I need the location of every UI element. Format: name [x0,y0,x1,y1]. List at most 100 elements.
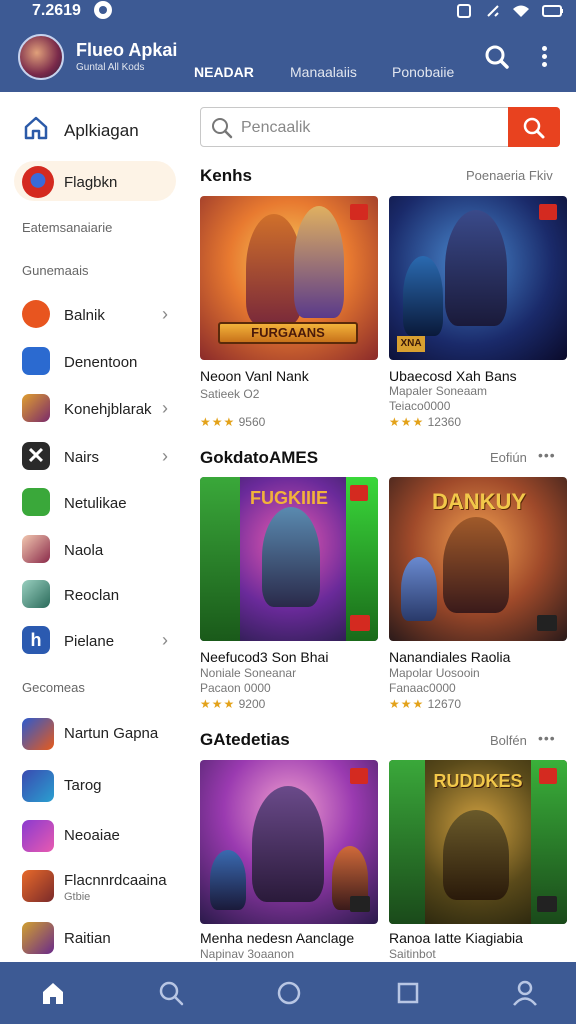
card-logo-text: RUDDKES [433,771,523,791]
game-thumb-icon [22,922,54,954]
profile-avatar[interactable] [18,34,64,80]
app-subtitle: Guntal All Kods [76,62,145,73]
game-card-image[interactable]: FURGAANS [200,196,378,360]
status-time: 7.2619 [32,2,81,19]
star-rating-icon: ★★★ [389,415,425,429]
rating-count: 9200 [238,697,266,711]
card-badge-icon [350,485,368,501]
nav-search-button[interactable] [156,978,186,1008]
sidebar-game-label: Flacnnrdcaaina [64,872,167,889]
sidebar-selected-label: Flagbkn [64,174,118,191]
sidebar-item-label: Reoclan [64,587,120,604]
sidebar-item-flagbkn[interactable]: Flagbkn [0,162,188,202]
card-badge-icon [537,615,557,631]
chevron-right-icon: › [162,630,168,650]
card-badge-icon [350,896,370,912]
section-see-more-link[interactable]: Poenaeria Fkiv [466,168,553,183]
sidebar-item-nairs[interactable]: ✕ Nairs › [0,436,188,476]
blue-app-icon [22,347,50,375]
tab-neadar[interactable]: NEADAR [194,64,254,80]
sidebar-item-home[interactable]: Aplkiagan [0,108,188,148]
nav-square-button[interactable] [393,978,423,1008]
sidebar-item-balnik[interactable]: Balnik › [0,294,188,334]
character-figure [443,517,509,613]
game-card-subtitle: Mapolar Uosooin [389,666,480,680]
sidebar-game-label: Nartun Gapna [64,725,159,742]
section-title: Kenhs [200,166,252,185]
search-submit-button[interactable] [508,107,560,147]
sidebar-item-konehjblarak[interactable]: Konehjblarak › [0,388,188,428]
sidebar-item-denentoon[interactable]: Denentoon [0,341,188,381]
more-dot-icon [541,54,547,59]
sidebar-game-label: Neoaiae [64,827,120,844]
game-card-image[interactable]: DANKUY [389,477,567,641]
game-card-image[interactable] [200,760,378,924]
search-icon [523,117,545,139]
card-title-banner: FURGAANS [218,322,358,344]
nav-home-button[interactable] [38,978,68,1008]
sidebar-item-label: Netulikae [64,495,127,512]
game-card-image[interactable]: RUDDKES [389,760,567,924]
chevron-right-icon: › [162,398,168,418]
nav-circle-button[interactable] [274,978,304,1008]
game-card-image[interactable]: XNA [389,196,567,360]
sidebar-item-naola[interactable]: Naola [0,529,188,569]
more-horizontal-icon[interactable]: ••• [538,447,556,463]
network-icon [486,5,499,17]
more-horizontal-icon[interactable]: ••• [538,730,556,746]
sidebar-home-label: Aplkiagan [64,121,139,140]
game-card-title[interactable]: Neoon Vanl Nank [200,368,309,384]
chevron-right-icon: › [162,446,168,466]
tab-ponobaiie[interactable]: Ponobaiie [392,64,454,80]
character-figure [294,206,344,318]
circle-icon [277,981,301,1005]
game-card-meta: Teiaco0000 [389,399,451,413]
card-logo-text: DANKUY [431,489,527,514]
sidebar-game-item[interactable]: Nartun Gapna [0,712,188,752]
sidebar-game-sub: Gtbie [64,891,91,903]
sidebar-game-item[interactable]: Raitian [0,918,188,958]
sidebar-game-item[interactable]: Neoaiae [0,814,188,854]
sidebar-item-label: Balnik [64,307,105,324]
character-figure [252,786,324,902]
sidebar-game-item[interactable]: Tarog [0,764,188,804]
game-card-rating: ★★★ 9200 [200,697,265,711]
signal-icon [457,4,472,19]
nav-profile-button[interactable] [510,978,540,1008]
card-badge-icon [539,768,557,784]
game-card-title[interactable]: Nanandiales Raolia [389,649,510,665]
game-card-title[interactable]: Ubaecosd Xah Bans [389,368,517,384]
red-badge-icon [22,300,50,328]
more-options-button[interactable] [534,44,554,70]
sidebar-item-label: Konehjblarak [64,401,152,418]
header-search-button[interactable] [484,44,510,70]
bottom-navigation [0,962,576,1024]
sidebar-item-netulikae[interactable]: Netulikae [0,482,188,522]
sidebar-game-label: Raitian [64,930,111,947]
sidebar-item-pielane[interactable]: h Pielane › [0,620,188,660]
search-input[interactable]: Pencaalik [241,119,310,137]
character-figure [443,810,509,900]
sidebar-item-reoclan[interactable]: Reoclan [0,574,188,614]
character-figure [401,557,437,621]
tab-manaalaiis[interactable]: Manaalaiis [290,64,357,80]
game-card-subtitle: Saitinbot [389,947,436,961]
game-card-title[interactable]: Neefucod3 Son Bhai [200,649,328,665]
game-card-image[interactable]: FUGKIIIE [200,477,378,641]
star-rating-icon: ★★★ [200,697,236,711]
character-figure [403,256,443,336]
game-card-title[interactable]: Menha nedesn Aanclage [200,930,354,946]
section-see-more-link[interactable]: Bolfén [490,733,527,748]
game-card-title[interactable]: Ranoa Iatte Kiagiabia [389,930,523,946]
status-bar: 7.2619 [0,0,576,24]
sidebar-game-label: Tarog [64,777,102,794]
search-bar[interactable]: Pencaalik [200,107,560,147]
search-icon [212,118,233,139]
game-thumb-icon [22,394,50,422]
sidebar-game-item[interactable]: Flacnnrdcaaina Gtbie [0,864,188,904]
game-card-subtitle: Noniale Soneanar [200,666,297,680]
search-icon [485,45,509,69]
sidebar: Aplkiagan Flagbkn Eatemsanaiarie Gunemaa… [0,92,188,962]
game-card-rating: ★★★ 12670 [389,697,461,711]
section-see-more-link[interactable]: Eofiún [490,450,527,465]
